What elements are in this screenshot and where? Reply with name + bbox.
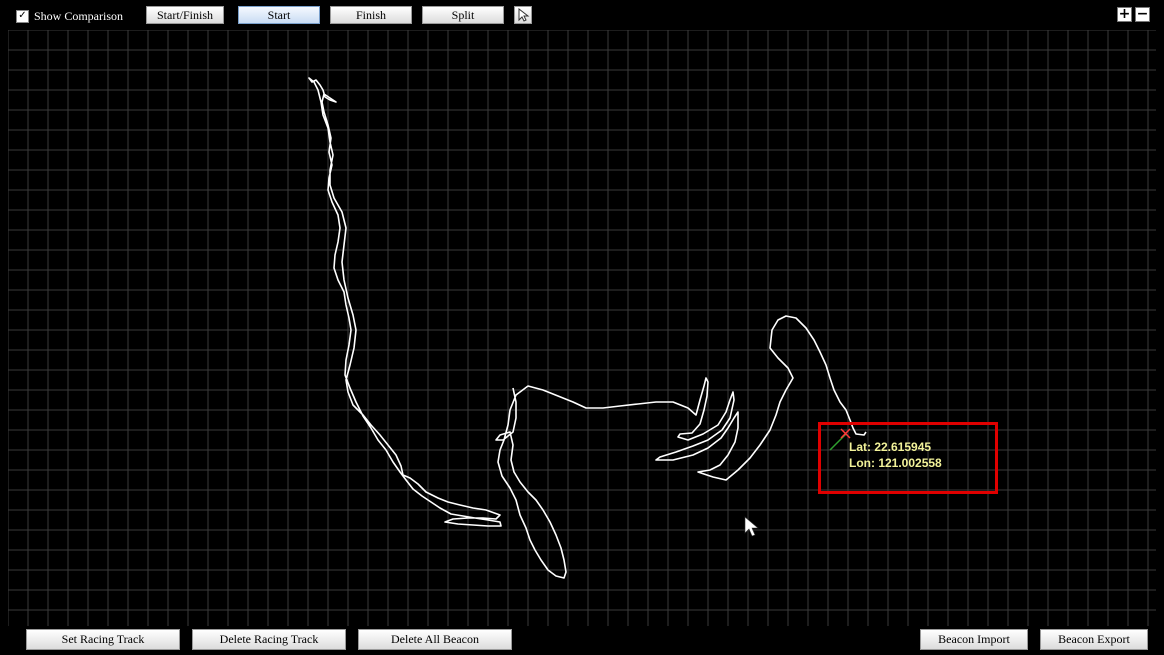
split-button[interactable]: Split [422, 6, 504, 24]
track-map-svg [8, 30, 1156, 626]
mouse-pointer-icon [744, 516, 759, 537]
zoom-out-icon[interactable]: − [1135, 7, 1150, 22]
arrow-cursor-icon [518, 7, 530, 22]
finish-button[interactable]: Finish [330, 6, 412, 24]
beacon-export-button[interactable]: Beacon Export [1040, 629, 1148, 650]
top-toolbar: ✓ Show Comparison Start/Finish Start Fin… [0, 0, 1164, 30]
track-editor-window: ✓ Show Comparison Start/Finish Start Fin… [0, 0, 1164, 655]
beacon-import-button[interactable]: Beacon Import [920, 629, 1028, 650]
set-racing-track-button[interactable]: Set Racing Track [26, 629, 180, 650]
show-comparison-label: Show Comparison [34, 8, 124, 23]
zoom-in-icon[interactable]: + [1117, 7, 1132, 22]
track-map-canvas[interactable]: Lat: 22.615945 Lon: 121.002558 [8, 30, 1156, 626]
coordinate-readout-box: Lat: 22.615945 Lon: 121.002558 [818, 422, 998, 494]
checkbox-checked-icon[interactable]: ✓ [16, 9, 29, 23]
start-finish-button[interactable]: Start/Finish [146, 6, 224, 24]
start-button[interactable]: Start [238, 6, 320, 24]
map-grid [8, 30, 1156, 626]
racing-track-path[interactable] [308, 77, 502, 527]
coordinate-readout: Lat: 22.615945 Lon: 121.002558 [849, 439, 942, 471]
delete-racing-track-button[interactable]: Delete Racing Track [192, 629, 346, 650]
delete-all-beacon-button[interactable]: Delete All Beacon [358, 629, 512, 650]
racing-track-path-south[interactable] [495, 315, 867, 579]
latitude-readout: Lat: 22.615945 [849, 440, 932, 454]
show-comparison-checkbox[interactable]: ✓ Show Comparison [16, 7, 123, 25]
pointer-tool-button[interactable] [514, 6, 532, 24]
longitude-readout: Lon: 121.002558 [849, 456, 942, 470]
bottom-toolbar: Set Racing Track Delete Racing Track Del… [0, 626, 1164, 655]
